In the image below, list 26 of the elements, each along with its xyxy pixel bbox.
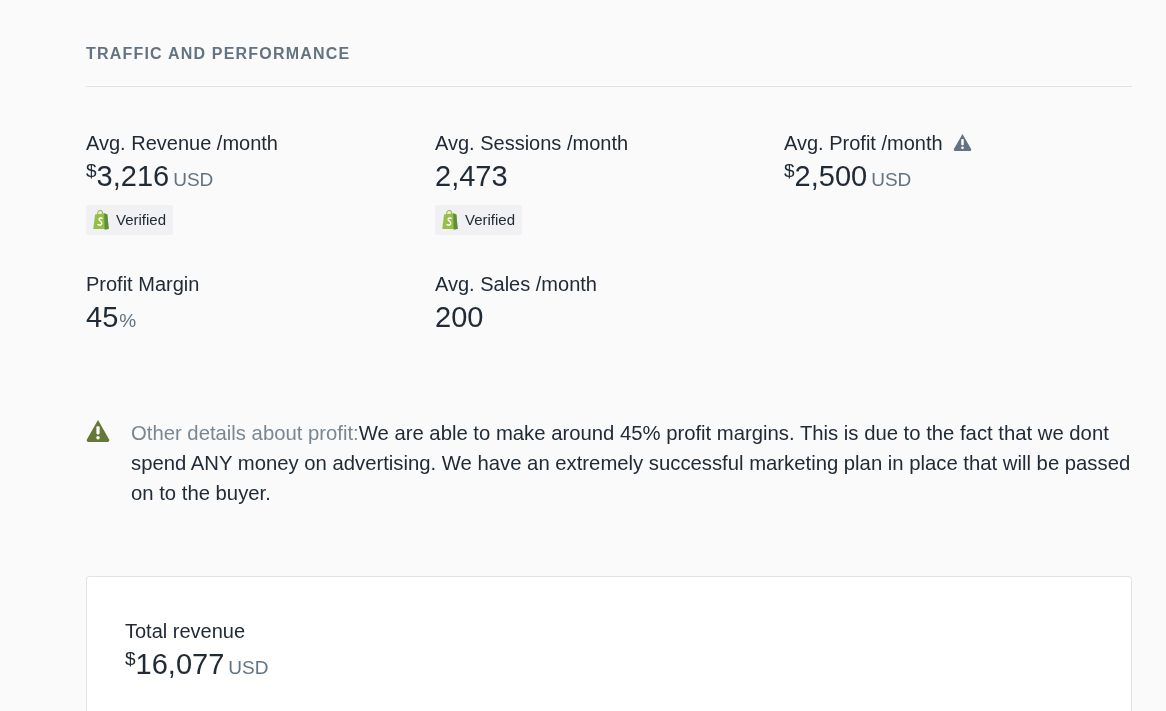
section-title: TRAFFIC AND PERFORMANCE <box>86 44 351 63</box>
currency-symbol: $ <box>125 648 136 669</box>
unit-label: USD <box>228 657 269 678</box>
unit-label: % <box>119 310 137 331</box>
verified-badge: Verified <box>435 205 523 235</box>
shopping-bag-icon <box>92 210 110 230</box>
metric-label: Avg. Profit /month <box>784 132 943 154</box>
unit-label: USD <box>871 169 912 190</box>
metric-label: Profit Margin <box>86 273 200 295</box>
metric-label: Total revenue <box>125 620 246 642</box>
metric-label: Avg. Sessions /month <box>435 132 629 154</box>
metric-label: Avg. Sales /month <box>435 273 597 295</box>
shopping-bag-icon <box>441 210 459 230</box>
unit-label: USD <box>173 169 214 190</box>
metric-value: 200 <box>435 301 484 333</box>
metric-value: 2,500 <box>794 160 868 192</box>
metric-value: 45 <box>86 301 119 333</box>
metric-value: 16,077 <box>135 648 225 680</box>
metric-label: Avg. Revenue /month <box>86 132 278 154</box>
warning-icon <box>86 420 110 442</box>
profit-note: Other details about profit:We are able to make around 45% profit margins. This is due to the fact that we dont spend ANY money on advertising. We have an extremely successful marketing plan in place that will be passed on to the buyer. <box>131 421 1132 506</box>
metric-value: 2,473 <box>435 160 508 192</box>
metric-value: 3,216 <box>96 160 170 192</box>
currency-symbol: $ <box>784 160 795 181</box>
currency-symbol: $ <box>86 160 97 181</box>
verified-badge: Verified <box>86 205 174 235</box>
